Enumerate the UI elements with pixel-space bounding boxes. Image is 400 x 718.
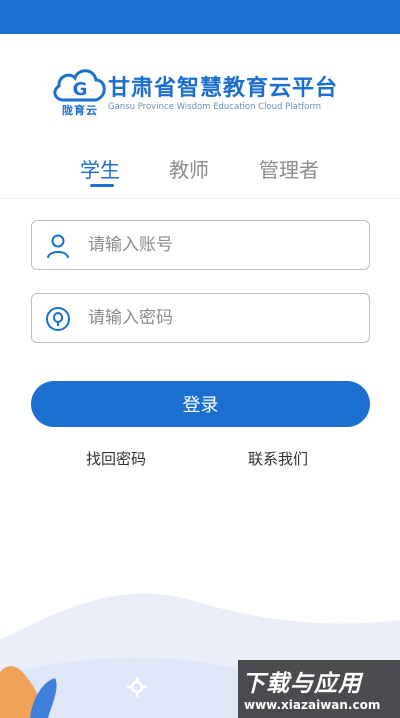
user-icon bbox=[44, 232, 72, 260]
account-field[interactable] bbox=[31, 220, 370, 270]
watermark-main: 下载与应用 bbox=[242, 671, 362, 697]
tab-teacher[interactable]: 教师 bbox=[169, 154, 209, 183]
tab-student[interactable]: 学生 bbox=[80, 154, 120, 183]
gear-icon bbox=[126, 676, 148, 702]
tabs-divider bbox=[0, 198, 400, 199]
lock-icon bbox=[44, 305, 72, 333]
account-input[interactable] bbox=[88, 221, 358, 269]
tab-manager[interactable]: 管理者 bbox=[259, 154, 319, 183]
watermark-url: www.xiazaiwan.com bbox=[244, 698, 381, 712]
status-bar bbox=[0, 0, 400, 34]
password-input[interactable] bbox=[88, 294, 358, 342]
platform-title: 甘肃省智慧教育云平台 bbox=[108, 76, 339, 101]
password-field[interactable] bbox=[31, 293, 370, 343]
role-tabs: 学生 教师 管理者 bbox=[0, 154, 400, 194]
svg-text:G: G bbox=[73, 79, 88, 100]
active-tab-indicator bbox=[90, 184, 114, 187]
platform-subtitle-en: Gansu Province Wisdom Education Cloud Pl… bbox=[108, 102, 322, 112]
contact-us-link[interactable]: 联系我们 bbox=[248, 448, 308, 469]
login-button[interactable]: 登录 bbox=[31, 381, 370, 427]
logo-caption: 陇育云 bbox=[62, 104, 98, 117]
forgot-password-link[interactable]: 找回密码 bbox=[86, 448, 146, 469]
watermark: 下载与应用 www.xiazaiwan.com bbox=[238, 660, 400, 718]
